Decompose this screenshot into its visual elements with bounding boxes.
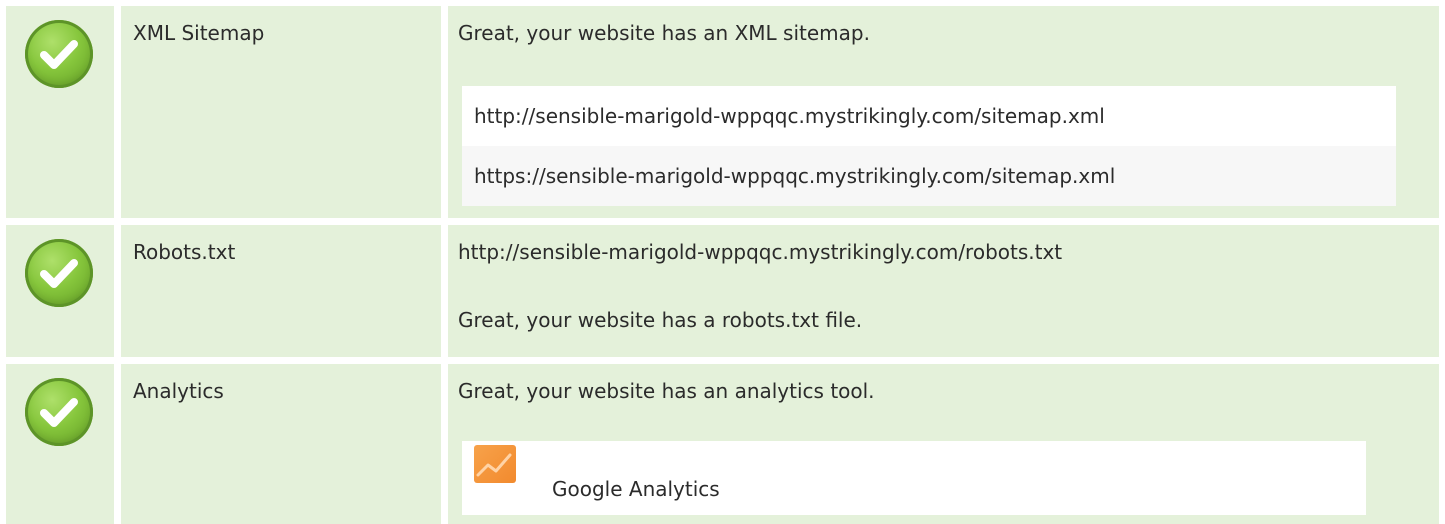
check-row-xml-sitemap: XML Sitemap Great, your website has an X… xyxy=(0,6,1445,218)
check-detail-cell: Great, your website has an XML sitemap. … xyxy=(448,6,1439,218)
sitemap-url-item: http://sensible-marigold-wppqqc.mystriki… xyxy=(462,86,1396,146)
check-name: XML Sitemap xyxy=(133,21,265,45)
check-icon xyxy=(25,378,93,446)
check-name-cell: Robots.txt xyxy=(121,225,441,357)
check-name: Analytics xyxy=(133,379,224,403)
status-cell xyxy=(6,6,114,218)
check-detail-cell: Great, your website has an analytics too… xyxy=(448,364,1439,524)
check-message: Great, your website has a robots.txt fil… xyxy=(458,308,863,332)
sitemap-url[interactable]: https://sensible-marigold-wppqqc.mystrik… xyxy=(474,162,1115,190)
sitemap-url-item: https://sensible-marigold-wppqqc.mystrik… xyxy=(462,146,1396,206)
check-message: Great, your website has an analytics too… xyxy=(458,379,875,403)
sitemap-url[interactable]: http://sensible-marigold-wppqqc.mystriki… xyxy=(474,102,1105,130)
check-name-cell: Analytics xyxy=(121,364,441,524)
google-analytics-icon xyxy=(474,445,516,483)
check-row-robots-txt: Robots.txt http://sensible-marigold-wppq… xyxy=(0,225,1445,357)
robots-url[interactable]: http://sensible-marigold-wppqqc.mystriki… xyxy=(458,238,1062,266)
status-cell xyxy=(6,225,114,357)
check-icon xyxy=(25,20,93,88)
analytics-tool-name: Google Analytics xyxy=(552,477,720,501)
status-cell xyxy=(6,364,114,524)
check-name: Robots.txt xyxy=(133,240,236,264)
analytics-tool-item: Google Analytics xyxy=(462,441,1366,515)
check-message: Great, your website has an XML sitemap. xyxy=(458,21,870,45)
check-icon xyxy=(25,239,93,307)
check-name-cell: XML Sitemap xyxy=(121,6,441,218)
check-detail-cell: http://sensible-marigold-wppqqc.mystriki… xyxy=(448,225,1439,357)
check-row-analytics: Analytics Great, your website has an ana… xyxy=(0,364,1445,524)
